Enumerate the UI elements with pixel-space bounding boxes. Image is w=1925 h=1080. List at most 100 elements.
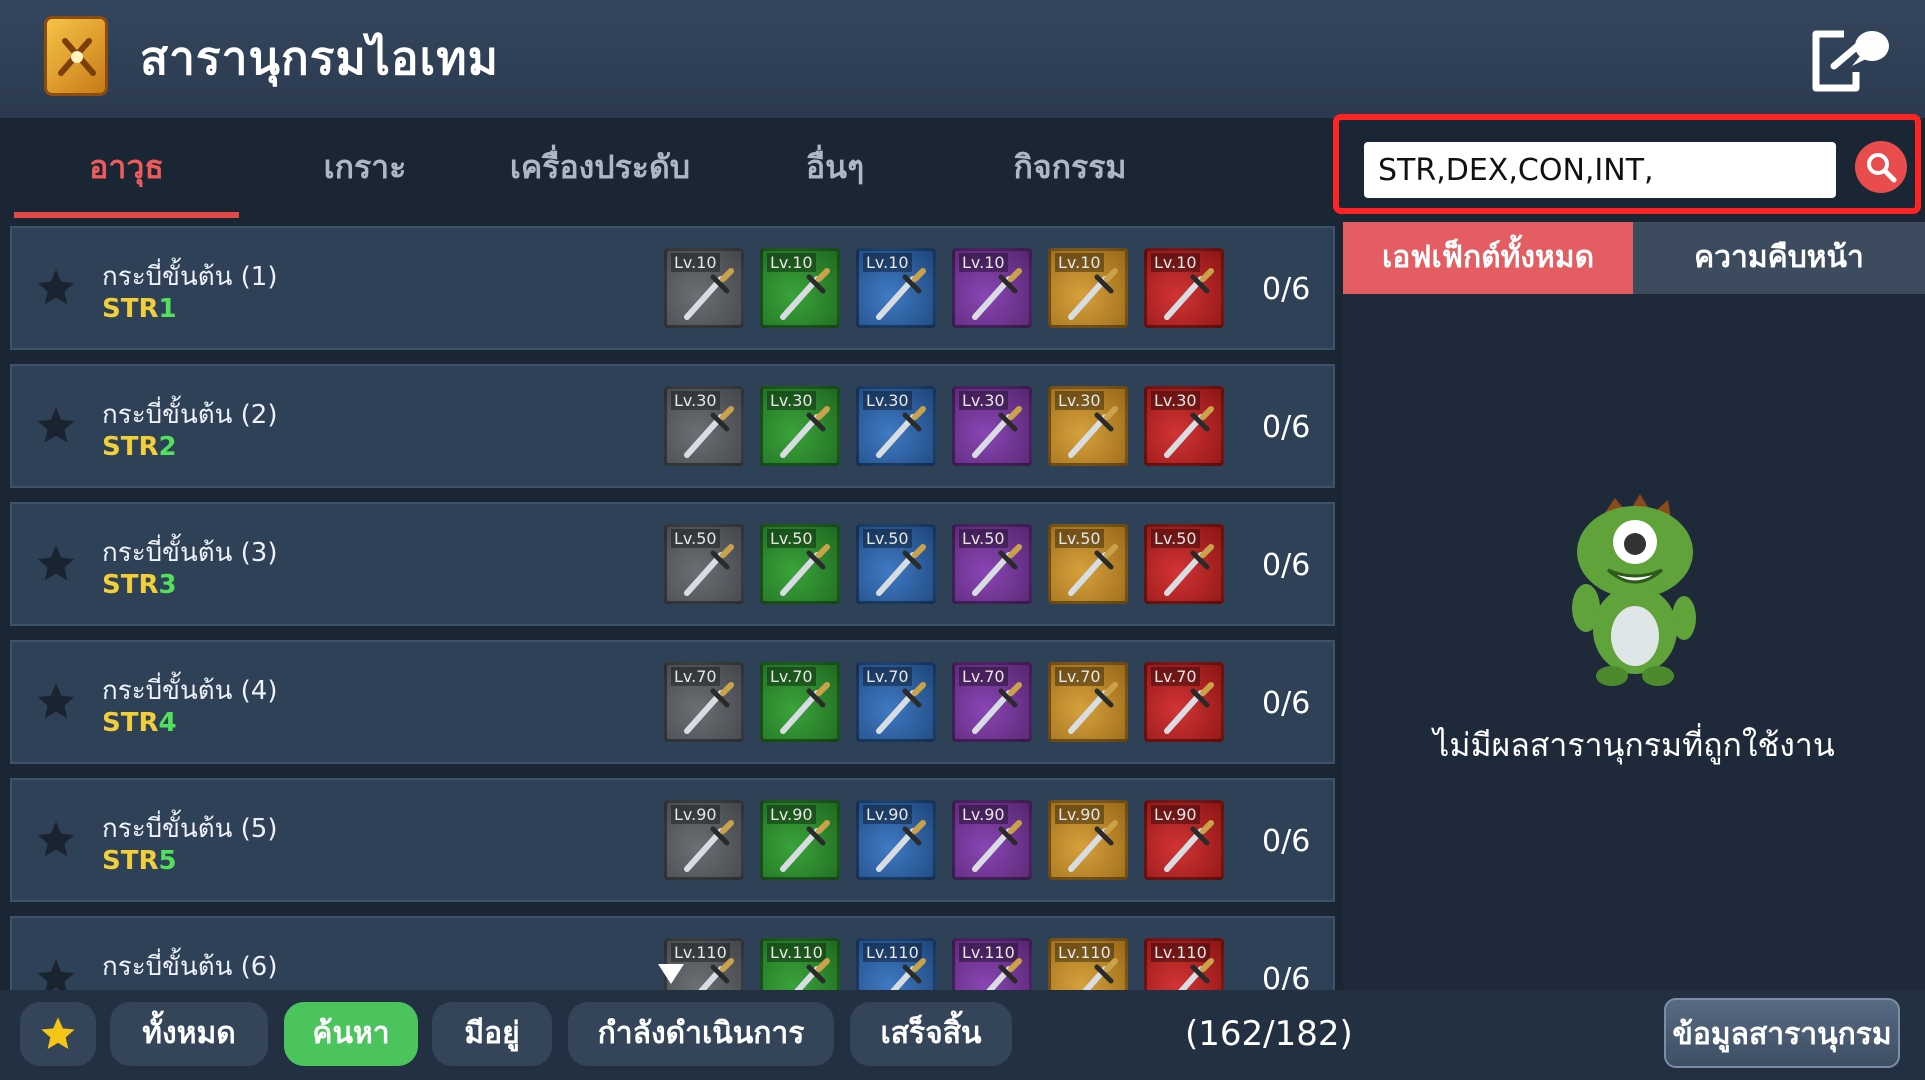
collected-count: 0/6 bbox=[1262, 410, 1311, 445]
filter-search-button[interactable]: ค้นหา bbox=[284, 1002, 418, 1066]
sword-icon bbox=[780, 682, 830, 734]
item-stat: STR2 bbox=[102, 432, 177, 462]
tab-armor[interactable]: เกราะ bbox=[265, 142, 465, 192]
item-slot[interactable]: Lv.50 bbox=[952, 524, 1032, 604]
tab-other[interactable]: อื่นๆ bbox=[735, 142, 935, 192]
collected-count: 0/6 bbox=[1262, 548, 1311, 583]
item-slot[interactable]: Lv.110 bbox=[856, 938, 936, 990]
collected-count: 0/6 bbox=[1262, 962, 1311, 990]
tab-progress[interactable]: ความคืบหน้า bbox=[1633, 222, 1925, 294]
header: สารานุกรมไอเทม bbox=[0, 0, 1925, 118]
sword-icon bbox=[876, 682, 926, 734]
table-row[interactable]: กระบี่ขั้นต้น (4) STR4 Lv.70 Lv.70 Lv.70 Lv… bbox=[10, 640, 1335, 764]
item-slot[interactable]: Lv.50 bbox=[760, 524, 840, 604]
scroll-down-icon[interactable] bbox=[656, 962, 686, 986]
sword-icon bbox=[1068, 544, 1118, 596]
search-button[interactable] bbox=[1855, 141, 1907, 193]
star-icon[interactable] bbox=[34, 404, 78, 448]
item-slot[interactable]: Lv.110 bbox=[952, 938, 1032, 990]
item-slot[interactable]: Lv.90 bbox=[952, 800, 1032, 880]
item-slot[interactable]: Lv.70 bbox=[760, 662, 840, 742]
item-slot[interactable]: Lv.30 bbox=[760, 386, 840, 466]
sword-icon bbox=[972, 268, 1022, 320]
item-slot[interactable]: Lv.110 bbox=[1048, 938, 1128, 990]
filter-completed-button[interactable]: เสร็จสิ้น bbox=[850, 1002, 1012, 1066]
table-row[interactable]: กระบี่ขั้นต้น (1) STR1 Lv.10 Lv.10 Lv.10 Lv… bbox=[10, 226, 1335, 350]
star-icon[interactable] bbox=[34, 818, 78, 862]
filter-owned-button[interactable]: มีอยู่ bbox=[432, 1002, 552, 1066]
sword-icon bbox=[1164, 544, 1214, 596]
stat-label: STR bbox=[102, 294, 159, 324]
item-slot[interactable]: Lv.30 bbox=[1144, 386, 1224, 466]
stat-label: STR bbox=[102, 570, 159, 600]
item-slot[interactable]: Lv.70 bbox=[1048, 662, 1128, 742]
star-icon[interactable] bbox=[34, 680, 78, 724]
item-slot[interactable]: Lv.110 bbox=[760, 938, 840, 990]
item-slot[interactable]: Lv.10 bbox=[952, 248, 1032, 328]
item-slot[interactable]: Lv.70 bbox=[952, 662, 1032, 742]
item-set-name: กระบี่ขั้นต้น (1) bbox=[102, 262, 278, 292]
stat-label: STR bbox=[102, 846, 159, 876]
item-stat: STR4 bbox=[102, 708, 177, 738]
item-slot[interactable]: Lv.10 bbox=[1144, 248, 1224, 328]
item-set-name: กระบี่ขั้นต้น (2) bbox=[102, 400, 278, 430]
star-icon[interactable] bbox=[34, 956, 78, 990]
category-tabs: อาวุธ เกราะ เครื่องประดับ อื่นๆ กิจกรรม bbox=[0, 118, 1325, 222]
item-slot[interactable]: Lv.30 bbox=[952, 386, 1032, 466]
item-slot[interactable]: Lv.70 bbox=[1144, 662, 1224, 742]
mascot-icon bbox=[1572, 494, 1696, 686]
item-slot[interactable]: Lv.30 bbox=[664, 386, 744, 466]
filter-all-button[interactable]: ทั้งหมด bbox=[110, 1002, 268, 1066]
tab-all-effects[interactable]: เอฟเฟ็กต์ทั้งหมด bbox=[1343, 222, 1633, 294]
item-slot[interactable]: Lv.70 bbox=[856, 662, 936, 742]
item-slot[interactable]: Lv.10 bbox=[856, 248, 936, 328]
tab-accessory[interactable]: เครื่องประดับ bbox=[500, 142, 700, 192]
exit-button[interactable] bbox=[1808, 26, 1892, 96]
sword-icon bbox=[972, 820, 1022, 872]
item-slot[interactable]: Lv.30 bbox=[1048, 386, 1128, 466]
item-slot[interactable]: Lv.10 bbox=[664, 248, 744, 328]
item-stat: STR3 bbox=[102, 570, 177, 600]
star-icon[interactable] bbox=[34, 542, 78, 586]
stat-value: 3 bbox=[158, 570, 177, 600]
filter-in-progress-button[interactable]: กำลังดำเนินการ bbox=[568, 1002, 834, 1066]
sword-icon bbox=[1164, 820, 1214, 872]
sword-icon bbox=[684, 820, 734, 872]
sword-icon bbox=[972, 544, 1022, 596]
item-slot[interactable]: Lv.50 bbox=[856, 524, 936, 604]
item-slot[interactable]: Lv.50 bbox=[1144, 524, 1224, 604]
item-slot[interactable]: Lv.110 bbox=[1144, 938, 1224, 990]
bottom-bar: ทั้งหมด ค้นหา มีอยู่ กำลังดำเนินการ เสร็… bbox=[0, 990, 1925, 1080]
sword-icon bbox=[1164, 268, 1214, 320]
item-slot[interactable]: Lv.90 bbox=[664, 800, 744, 880]
sword-icon bbox=[876, 406, 926, 458]
star-icon[interactable] bbox=[34, 266, 78, 310]
sword-icon bbox=[780, 268, 830, 320]
tab-event[interactable]: กิจกรรม bbox=[970, 142, 1170, 192]
item-slot[interactable]: Lv.10 bbox=[1048, 248, 1128, 328]
sword-icon bbox=[1082, 958, 1118, 990]
search-input[interactable] bbox=[1364, 142, 1836, 198]
sword-icon bbox=[1068, 682, 1118, 734]
sword-icon bbox=[1164, 682, 1214, 734]
item-slot[interactable]: Lv.90 bbox=[856, 800, 936, 880]
effect-tabs: เอฟเฟ็กต์ทั้งหมด ความคืบหน้า bbox=[1343, 222, 1925, 294]
item-slot[interactable]: Lv.70 bbox=[664, 662, 744, 742]
favorite-filter-button[interactable] bbox=[20, 1002, 96, 1066]
table-row[interactable]: กระบี่ขั้นต้น (5) STR5 Lv.90 Lv.90 Lv.90 Lv… bbox=[10, 778, 1335, 902]
table-row[interactable]: กระบี่ขั้นต้น (2) STR2 Lv.30 Lv.30 Lv.30 Lv… bbox=[10, 364, 1335, 488]
collected-count: 0/6 bbox=[1262, 686, 1311, 721]
item-slot[interactable]: Lv.90 bbox=[1144, 800, 1224, 880]
encyclopedia-info-button[interactable]: ข้อมูลสารานุกรม bbox=[1664, 998, 1900, 1068]
stat-label: STR bbox=[102, 432, 159, 462]
table-row[interactable]: กระบี่ขั้นต้น (3) STR3 Lv.50 Lv.50 Lv.50 Lv… bbox=[10, 502, 1335, 626]
sword-icon bbox=[698, 958, 734, 990]
sword-icon bbox=[1068, 268, 1118, 320]
tab-weapon[interactable]: อาวุธ bbox=[14, 142, 239, 192]
item-slot[interactable]: Lv.10 bbox=[760, 248, 840, 328]
item-slot[interactable]: Lv.50 bbox=[1048, 524, 1128, 604]
item-slot[interactable]: Lv.90 bbox=[760, 800, 840, 880]
item-slot[interactable]: Lv.90 bbox=[1048, 800, 1128, 880]
item-slot[interactable]: Lv.50 bbox=[664, 524, 744, 604]
item-slot[interactable]: Lv.30 bbox=[856, 386, 936, 466]
